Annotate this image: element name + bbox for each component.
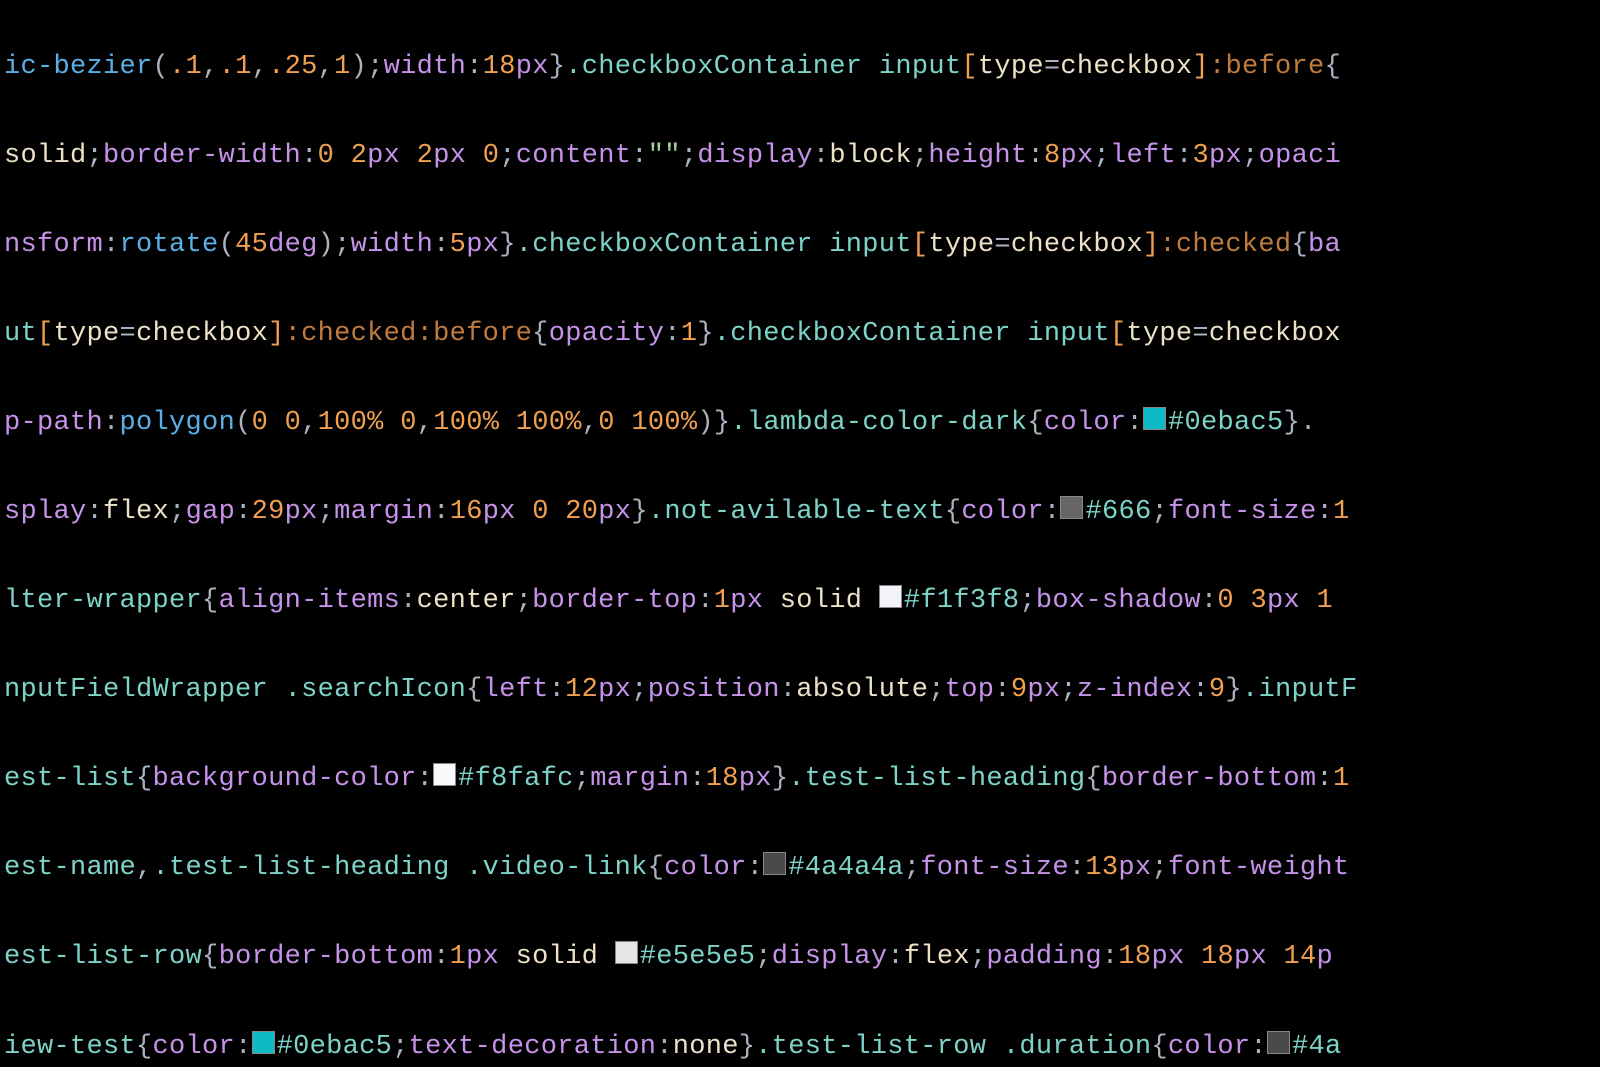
code-line: p-path:polygon(0 0,100% 0,100% 100%,0 10… xyxy=(4,401,1600,446)
code-line: nputFieldWrapper .searchIcon{left:12px;p… xyxy=(4,668,1600,713)
code-line: ut[type=checkbox]:checked:before{opacity… xyxy=(4,312,1600,357)
color-swatch-icon xyxy=(252,1031,275,1054)
color-swatch-icon xyxy=(1060,496,1083,519)
color-swatch-icon xyxy=(1143,407,1166,430)
color-swatch-icon xyxy=(433,763,456,786)
color-swatch-icon xyxy=(1267,1031,1290,1054)
code-line: est-name,.test-list-heading .video-link{… xyxy=(4,846,1600,891)
color-swatch-icon xyxy=(763,852,786,875)
code-line: ic-bezier(.1,.1,.25,1);width:18px}.check… xyxy=(4,45,1600,90)
code-line: nsform:rotate(45deg);width:5px}.checkbox… xyxy=(4,223,1600,268)
code-editor-viewport[interactable]: ic-bezier(.1,.1,.25,1);width:18px}.check… xyxy=(0,0,1600,1067)
code-line: est-list-row{border-bottom:1px solid #e5… xyxy=(4,935,1600,980)
code-line: splay:flex;gap:29px;margin:16px 0 20px}.… xyxy=(4,490,1600,535)
code-line: solid;border-width:0 2px 2px 0;content:"… xyxy=(4,134,1600,179)
code-line: lter-wrapper{align-items:center;border-t… xyxy=(4,579,1600,624)
code-line: iew-test{color:#0ebac5;text-decoration:n… xyxy=(4,1025,1600,1067)
color-swatch-icon xyxy=(615,941,638,964)
code-line: est-list{background-color:#f8fafc;margin… xyxy=(4,757,1600,802)
color-swatch-icon xyxy=(879,585,902,608)
